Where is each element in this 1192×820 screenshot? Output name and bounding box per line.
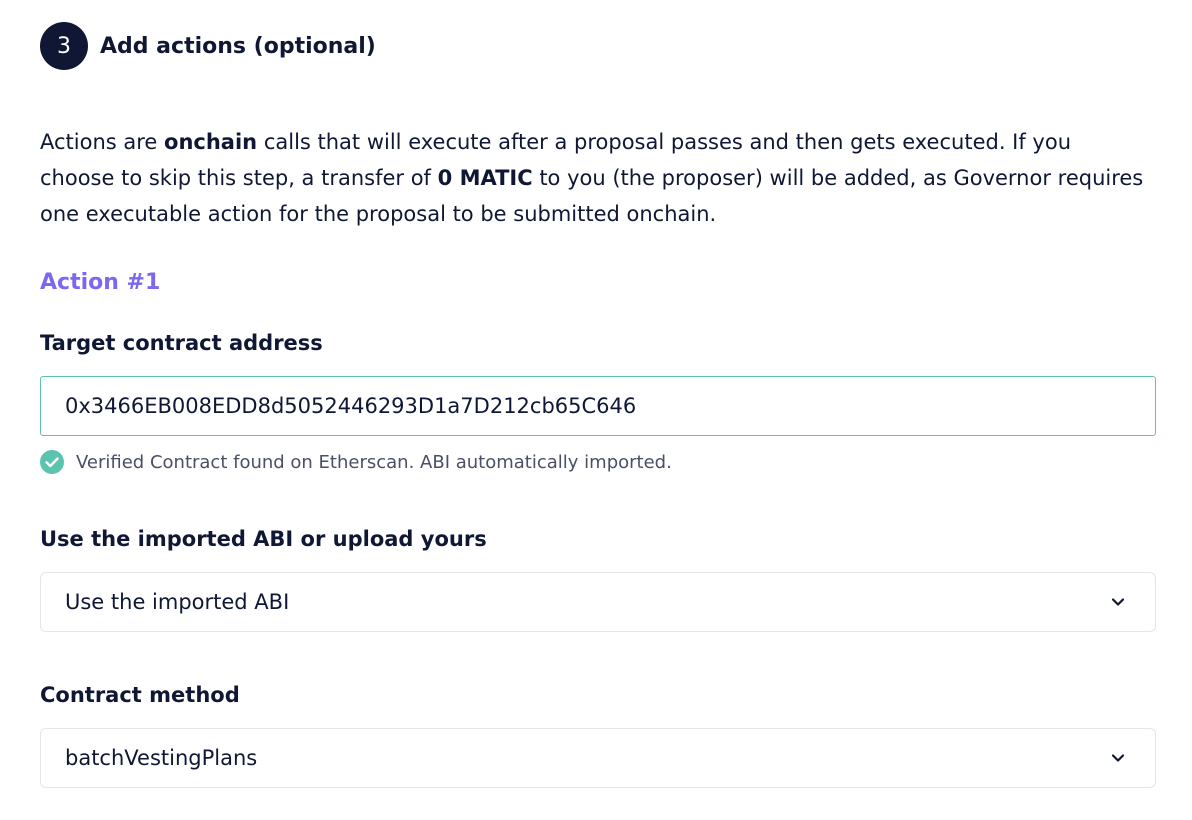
abi-source-label: Use the imported ABI or upload yours	[40, 527, 487, 551]
contract-method-label: Contract method	[40, 683, 240, 707]
check-circle-icon	[40, 450, 64, 474]
description-bold-onchain: onchain	[164, 130, 258, 154]
step-number-badge: 3	[40, 22, 88, 70]
chevron-down-icon	[1109, 593, 1127, 611]
step-title: Add actions (optional)	[100, 33, 376, 59]
abi-source-select[interactable]: Use the imported ABI	[40, 572, 1156, 632]
target-address-label: Target contract address	[40, 331, 323, 355]
verification-message: Verified Contract found on Etherscan. AB…	[76, 451, 672, 473]
description-text-1: Actions are	[40, 130, 165, 154]
contract-method-select[interactable]: batchVestingPlans	[40, 728, 1156, 788]
chevron-down-icon	[1109, 749, 1127, 767]
verification-status: Verified Contract found on Etherscan. AB…	[40, 450, 672, 474]
abi-source-selected-value: Use the imported ABI	[65, 590, 290, 614]
actions-description: Actions are onchain calls that will exec…	[40, 124, 1150, 232]
description-bold-amount: 0 MATIC	[437, 166, 533, 190]
contract-method-selected-value: batchVestingPlans	[65, 746, 258, 770]
step-header: 3 Add actions (optional)	[40, 22, 376, 70]
target-address-input[interactable]	[40, 376, 1156, 436]
action-title: Action #1	[40, 270, 161, 295]
